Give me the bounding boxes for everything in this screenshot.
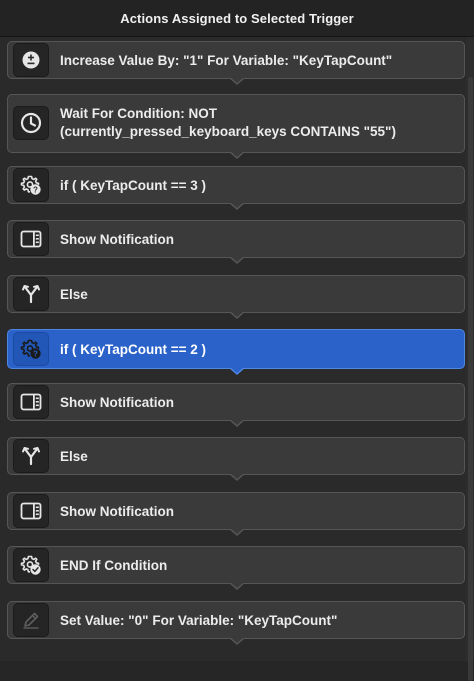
action-list: Increase Value By: "1" For Variable: "Ke… bbox=[0, 37, 474, 661]
action-label: Set Value: "0" For Variable: "KeyTapCoun… bbox=[60, 613, 338, 628]
connector-caret bbox=[229, 419, 245, 427]
plus-minus-icon bbox=[13, 43, 49, 77]
action-label: Else bbox=[60, 287, 88, 302]
action-label: Else bbox=[60, 449, 88, 464]
notification-panel-icon bbox=[13, 494, 49, 528]
notification-panel-icon bbox=[13, 385, 49, 419]
connector-caret bbox=[229, 256, 245, 264]
action-row-else[interactable]: Else bbox=[7, 275, 465, 319]
connector-caret bbox=[229, 528, 245, 536]
action-label: Wait For Condition: NOT bbox=[60, 106, 217, 121]
action-row-show-notification[interactable]: Show Notification bbox=[7, 383, 465, 427]
clock-icon bbox=[13, 106, 49, 140]
vertical-scrollbar[interactable] bbox=[466, 37, 474, 681]
action-label: Show Notification bbox=[60, 395, 174, 410]
gear-check-icon bbox=[13, 548, 49, 582]
action-label: Show Notification bbox=[60, 232, 174, 247]
action-row-wait-for-condition[interactable]: Wait For Condition: NOT (currently_press… bbox=[7, 94, 465, 159]
action-label-line2: (currently_pressed_keyboard_keys CONTAIN… bbox=[60, 124, 396, 139]
action-label: if ( KeyTapCount == 3 ) bbox=[60, 178, 207, 193]
branch-icon bbox=[13, 439, 49, 473]
scrollbar-thumb[interactable] bbox=[468, 77, 473, 681]
action-row-end-if[interactable]: END If Condition bbox=[7, 546, 465, 590]
connector-caret bbox=[229, 637, 245, 645]
gear-question-icon: ? bbox=[13, 168, 49, 202]
action-row-if-condition-2[interactable]: ? if ( KeyTapCount == 2 ) bbox=[7, 329, 465, 375]
action-row-set-value[interactable]: Set Value: "0" For Variable: "KeyTapCoun… bbox=[7, 601, 465, 645]
connector-caret bbox=[229, 582, 245, 590]
action-label: Increase Value By: "1" For Variable: "Ke… bbox=[60, 53, 393, 68]
gear-question-icon: ? bbox=[13, 332, 49, 366]
svg-text:?: ? bbox=[33, 186, 38, 195]
connector-caret bbox=[229, 202, 245, 210]
connector-caret bbox=[229, 151, 245, 159]
action-row-show-notification[interactable]: Show Notification bbox=[7, 492, 465, 536]
connector-caret bbox=[229, 77, 245, 85]
action-label: if ( KeyTapCount == 2 ) bbox=[60, 342, 207, 357]
connector-caret bbox=[229, 311, 245, 319]
action-label: END If Condition bbox=[60, 558, 168, 573]
action-row-if-condition-3[interactable]: ? if ( KeyTapCount == 3 ) bbox=[7, 166, 465, 210]
pencil-icon bbox=[13, 603, 49, 637]
window-titlebar: Actions Assigned to Selected Trigger bbox=[0, 0, 474, 37]
action-row-increase-value[interactable]: Increase Value By: "1" For Variable: "Ke… bbox=[7, 41, 465, 85]
notification-panel-icon bbox=[13, 222, 49, 256]
action-row-else[interactable]: Else bbox=[7, 437, 465, 481]
action-label: Show Notification bbox=[60, 504, 174, 519]
connector-caret bbox=[229, 367, 245, 375]
branch-icon bbox=[13, 277, 49, 311]
window-title: Actions Assigned to Selected Trigger bbox=[120, 10, 354, 26]
svg-text:?: ? bbox=[33, 350, 38, 359]
action-row-show-notification[interactable]: Show Notification bbox=[7, 220, 465, 264]
connector-caret bbox=[229, 473, 245, 481]
